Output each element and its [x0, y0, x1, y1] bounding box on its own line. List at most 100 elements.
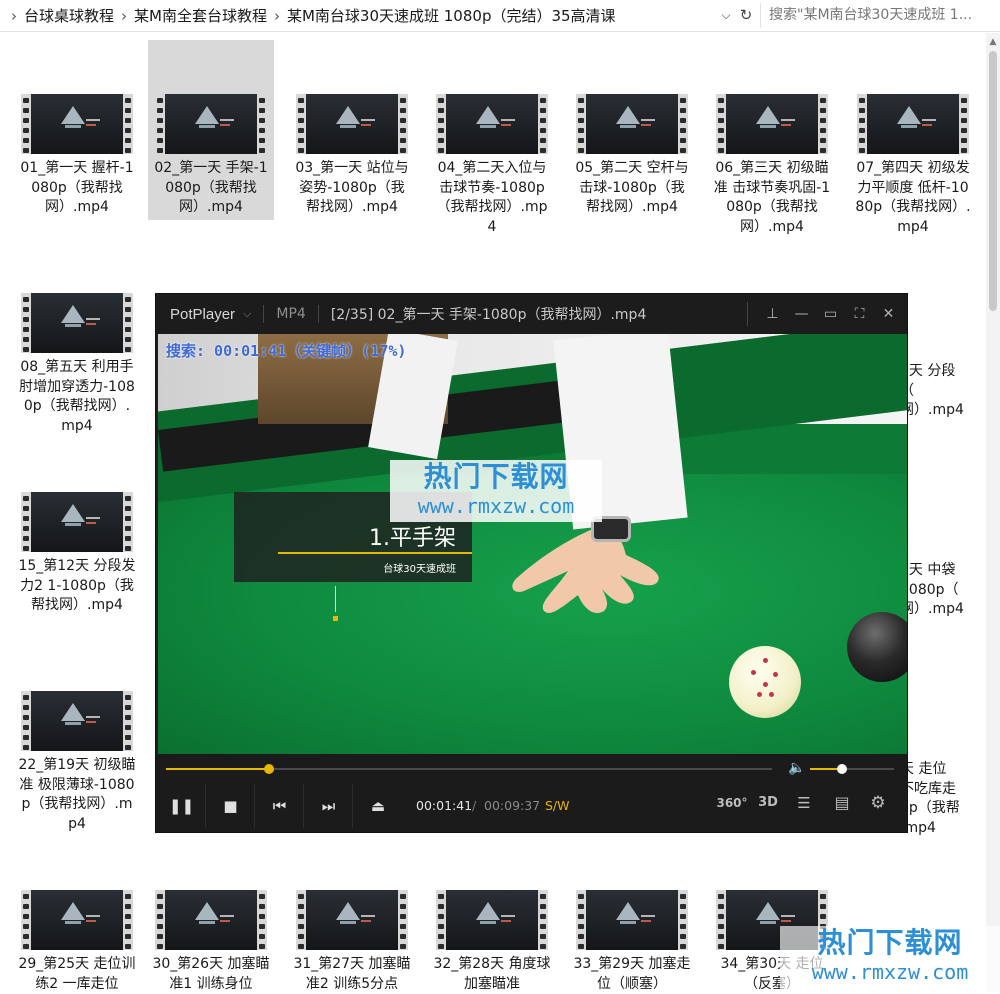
video-thumbnail [436, 890, 548, 950]
video-thumbnail [436, 94, 548, 154]
player-brand[interactable]: PotPlayer [170, 306, 235, 323]
address-bar: › 台球桌球教程 › 某M南全套台球教程 › 某M南台球30天速成班 1080p… [0, 0, 1000, 32]
vr-360-button[interactable]: 360° [716, 792, 748, 814]
potplayer-window[interactable]: PotPlayer ⌵ MP4 [2/35] 02_第一天 手架-1080p（我… [155, 293, 908, 833]
player-title: [2/35] 02_第一天 手架-1080p（我帮找网）.mp4 [330, 307, 647, 323]
file-name-partial: 1天 分段 （ 网）.mp4 [900, 363, 964, 418]
minimize-icon[interactable]: — [787, 294, 816, 334]
file-name: 06_第三天 初级瞄准 击球节奏巩固-1080p（我帮找网）.mp4 [713, 160, 831, 235]
breadcrumb[interactable]: › 台球桌球教程 › 某M南全套台球教程 › 某M南台球30天速成班 1080p… [4, 0, 719, 31]
volume-slider[interactable] [810, 764, 894, 774]
file-name: 07_第四天 初级发力平顺度 低杆-1080p（我帮找网）.mp4 [855, 160, 971, 235]
time-total: 00:09:37 [484, 798, 541, 813]
playlist-icon[interactable]: ▤ [828, 792, 856, 814]
maximize-icon[interactable]: ▭ [816, 294, 845, 334]
file-item[interactable]: 22_第19天 初级瞄准 极限薄球-1080p（我帮找网）.mp4 [14, 637, 140, 834]
video-thumbnail [21, 691, 133, 751]
file-item[interactable]: 01_第一天 握杆-1080p（我帮找网）.mp4 [14, 40, 140, 218]
file-name: 29_第25天 走位训练2 一库走位 [18, 956, 136, 992]
video-thumbnail [21, 94, 133, 154]
video-thumbnail [21, 890, 133, 950]
sw-mode-toggle[interactable]: S/W [545, 798, 570, 813]
pause-button[interactable]: ❚❚ [158, 784, 206, 828]
divider [263, 305, 265, 323]
video-thumbnail [296, 94, 408, 154]
file-name-partial: 天 走位 不吃库走 0p（我帮 .mp4 [900, 761, 960, 836]
file-name: 04_第二天入位与击球节奏-1080p（我帮找网）.mp4 [436, 160, 548, 235]
eject-button[interactable]: ⏏ [354, 784, 402, 828]
file-name: 08_第五天 利用手肘增加穿透力-1080p（我帮找网）.mp4 [19, 359, 135, 434]
divider [747, 302, 748, 326]
seek-osd: 搜索: 00:01:41（关键帧）(17%) [166, 342, 407, 360]
stop-button[interactable]: ■ [207, 784, 255, 828]
format-label: MP4 [276, 306, 306, 322]
divider [317, 305, 319, 323]
file-item[interactable]: 29_第25天 走位训练2 一库走位 [14, 836, 140, 994]
cue-ball [729, 646, 801, 718]
file-item[interactable]: 02_第一天 手架-1080p（我帮找网）.mp4 [148, 40, 274, 220]
breadcrumb-separator: › [273, 6, 280, 25]
volume-icon[interactable]: 🔈 [788, 760, 805, 776]
next-button[interactable]: ⏭ [305, 784, 353, 828]
file-item[interactable]: 15_第12天 分段发力2 1-1080p（我帮找网）.mp4 [14, 438, 140, 616]
breadcrumb-item[interactable]: 台球桌球教程 [24, 5, 114, 26]
file-name: 30_第26天 加塞瞄准1 训练身位 [152, 956, 270, 992]
seek-bar[interactable] [166, 764, 772, 774]
file-item[interactable]: 30_第26天 加塞瞄准1 训练身位 [148, 836, 274, 994]
file-name: 03_第一天 站位与姿势-1080p（我帮找网）.mp4 [295, 160, 409, 215]
file-item[interactable]: 32_第28天 角度球加塞瞄准 [429, 836, 555, 994]
video-thumbnail [716, 94, 828, 154]
file-name: 31_第27天 加塞瞄准2 训练5分点 [293, 956, 411, 992]
file-item[interactable]: 31_第27天 加塞瞄准2 训练5分点 [289, 836, 415, 994]
fullscreen-icon[interactable]: ⛶ [845, 294, 874, 334]
file-item[interactable]: 04_第二天入位与击球节奏-1080p（我帮找网）.mp4 [429, 40, 555, 237]
breadcrumb-separator: › [11, 6, 17, 25]
file-name-partial: 8天 中袋 1080p（ 网）.mp4 [900, 562, 964, 617]
lesson-title: 1.平手架 [369, 526, 456, 551]
time-separator: / [472, 798, 477, 813]
file-name: 05_第二天 空杆与击球-1080p（我帮找网）.mp4 [575, 160, 689, 215]
breadcrumb-item[interactable]: 某M南全套台球教程 [134, 5, 267, 26]
volume-slider-handle[interactable] [836, 764, 847, 774]
file-name: 22_第19天 初级瞄准 极限薄球-1080p（我帮找网）.mp4 [18, 757, 136, 832]
close-icon[interactable]: ✕ [874, 294, 903, 334]
file-item[interactable]: 08_第五天 利用手肘增加穿透力-1080p（我帮找网）.mp4 [14, 239, 140, 436]
time-current: 00:01:41 [416, 798, 473, 813]
player-controls: 🔈 ❚❚ ■ ⏮ ⏭ ⏏ 00:01:41 / 00:09:37 S/W 360… [156, 754, 907, 832]
file-item[interactable]: 07_第四天 初级发力平顺度 低杆-1080p（我帮找网）.mp4 [850, 40, 976, 237]
vertical-scrollbar[interactable]: ▲ [986, 33, 1000, 992]
lesson-underline [278, 552, 472, 554]
file-item[interactable]: 06_第三天 初级瞄准 击球节奏巩固-1080p（我帮找网）.mp4 [709, 40, 835, 237]
seek-bar-fill [166, 768, 270, 770]
watermark-url: www.rmxzw.com [417, 494, 575, 518]
settings-gear-icon[interactable]: ⚙ [864, 792, 892, 814]
video-thumbnail [155, 94, 267, 154]
file-item[interactable]: 03_第一天 站位与姿势-1080p（我帮找网）.mp4 [289, 40, 415, 218]
seek-bar-handle[interactable] [264, 764, 275, 774]
video-thumbnail [296, 890, 408, 950]
previous-button[interactable]: ⏮ [256, 784, 304, 828]
callout-stem [335, 586, 336, 612]
search-input[interactable]: 搜索"某M南台球30天速成班 1... [760, 3, 1000, 28]
watermark-title: 热门下载网 [423, 460, 569, 493]
scrollbar-thumb[interactable] [989, 51, 997, 311]
lesson-subtitle: 台球30天速成班 [383, 564, 456, 575]
video-area[interactable]: 搜索: 00:01:41（关键帧）(17%) 1.平手架 台球30天速成班 热门… [158, 334, 907, 754]
file-item[interactable]: 05_第二天 空杆与击球-1080p（我帮找网）.mp4 [569, 40, 695, 218]
chapter-search-icon[interactable]: ☰ [790, 792, 818, 814]
refresh-icon[interactable]: ↻ [737, 5, 755, 25]
file-name: 33_第29天 加塞走位（顺塞） [573, 956, 691, 992]
player-titlebar[interactable]: PotPlayer ⌵ MP4 [2/35] 02_第一天 手架-1080p（我… [156, 294, 907, 334]
watermark: 热门下载网 www.rmxzw.com [780, 926, 1000, 992]
video-thumbnail [21, 293, 133, 353]
breadcrumb-separator: › [121, 6, 128, 25]
scroll-up-icon[interactable]: ▲ [986, 37, 1000, 47]
video-thumbnail [576, 94, 688, 154]
chevron-down-icon[interactable]: ⌵ [243, 307, 251, 321]
video-thumbnail [21, 492, 133, 552]
file-item[interactable]: 33_第29天 加塞走位（顺塞） [569, 836, 695, 994]
breadcrumb-item[interactable]: 某M南台球30天速成班 1080p（完结）35高清课 [287, 5, 616, 26]
3d-button[interactable]: 3D [754, 792, 782, 814]
pin-icon[interactable]: ⊥ [758, 294, 787, 334]
chevron-down-icon[interactable]: ⌵ [717, 5, 735, 25]
